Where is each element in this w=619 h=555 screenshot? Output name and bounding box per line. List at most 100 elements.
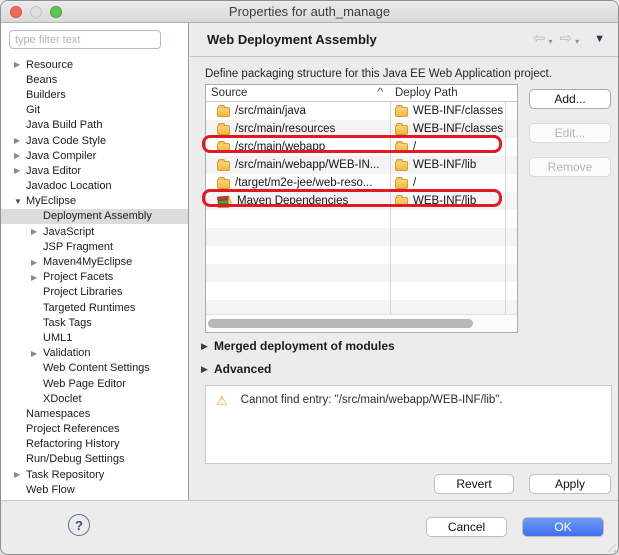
tree-item[interactable]: MyEclipse [1,194,188,209]
tree-item[interactable]: Project References [1,422,188,437]
disclosure-triangle-icon[interactable] [14,57,26,72]
column-divider[interactable] [390,85,391,314]
tree-item[interactable]: Refactoring History [1,437,188,452]
ok-button[interactable]: OK [522,517,604,537]
disclosure-triangle-icon[interactable] [14,467,26,482]
filter-input[interactable] [9,30,161,49]
cancel-button[interactable]: Cancel [426,517,507,537]
back-arrow-icon[interactable]: ⇦ [533,30,546,48]
disclosure-triangle-icon[interactable] [14,194,26,209]
tree-item-label: Java Editor [26,165,81,177]
table-action-button[interactable]: Edit... [529,123,611,143]
tree-item-label: Web Content Settings [43,362,150,374]
tree-item[interactable]: Builders [1,87,188,102]
page-title: Web Deployment Assembly [207,32,377,47]
disclosure-triangle-icon[interactable] [31,224,43,239]
titlebar: Properties for auth_manage [1,1,618,23]
tree-item[interactable]: Maven4MyEclipse [1,254,188,269]
tree-item[interactable]: Validation [1,346,188,361]
table-row[interactable]: /src/main/webapp/WEB-IN... WEB-INF/lib [206,156,517,174]
dialog-footer: ? Cancel OK [1,500,618,554]
table-row[interactable]: /target/m2e-jee/web-reso... / [206,174,517,192]
section-label: Merged deployment of modules [214,339,395,353]
tree-item[interactable]: Task Tags [1,315,188,330]
properties-sidebar: Resource Beans Builders Git Java Build P… [1,23,189,500]
tree-item[interactable]: Task Repository [1,467,188,482]
folder-icon [395,143,408,153]
horizontal-scrollbar-thumb[interactable] [208,319,473,328]
forward-history-dropdown-icon[interactable]: ▾ [575,37,579,46]
folder-icon [217,107,230,117]
section-label: Advanced [214,362,271,376]
tree-item[interactable]: Project Facets [1,270,188,285]
table-row-empty [206,228,517,246]
column-header-deploy-path[interactable]: Deploy Path [390,85,517,101]
tree-item[interactable]: Project Libraries [1,285,188,300]
tree-item[interactable]: Java Editor [1,163,188,178]
disclosure-triangle-icon[interactable] [31,255,43,270]
tree-item-label: Java Code Style [26,135,106,147]
help-button[interactable]: ? [68,514,90,536]
table-action-button[interactable]: Remove [529,157,611,177]
tree-item[interactable]: JavaScript [1,224,188,239]
table-row[interactable]: Maven Dependencies WEB-INF/lib [206,192,517,210]
column-divider[interactable] [505,85,506,314]
horizontal-scrollbar[interactable] [206,314,517,332]
table-row[interactable]: /src/main/resources WEB-INF/classes [206,120,517,138]
disclosure-triangle-icon[interactable] [14,133,26,148]
tree-item-label: Run/Debug Settings [26,453,124,465]
apply-button[interactable]: Apply [529,474,611,494]
tree-item-label: Project References [26,423,120,435]
tree-item[interactable]: Java Compiler [1,148,188,163]
tree-item[interactable]: Deployment Assembly [1,209,188,224]
tree-item[interactable]: Java Build Path [1,118,188,133]
table-action-button[interactable]: Add... [529,89,611,109]
disclosure-triangle-icon[interactable]: ▶ [201,341,214,352]
disclosure-triangle-icon[interactable] [31,270,43,285]
collapsible-section-header[interactable]: ▶ Merged deployment of modules [201,337,395,355]
page-header: Web Deployment Assembly ⇦ ▾ ⇨ ▾ ▼ [190,23,618,57]
tree-item-label: Web Page Editor [43,378,126,390]
disclosure-triangle-icon[interactable] [31,346,43,361]
disclosure-triangle-icon[interactable] [14,163,26,178]
tree-item[interactable]: Javadoc Location [1,179,188,194]
warning-text: Cannot find entry: "/src/main/webapp/WEB… [241,394,503,455]
revert-button[interactable]: Revert [434,474,514,494]
deploy-path: / [413,141,416,153]
tree-item[interactable]: Web Content Settings [1,361,188,376]
folder-icon [395,107,408,117]
view-menu-icon[interactable]: ▼ [594,33,605,45]
tree-item[interactable]: Java Code Style [1,133,188,148]
tree-item-label: Resource [26,59,73,71]
tree-item[interactable]: Run/Debug Settings [1,452,188,467]
resize-grip[interactable] [604,540,616,552]
tree-item[interactable]: Web Flow [1,482,188,497]
tree-item[interactable]: Targeted Runtimes [1,300,188,315]
tree-item[interactable]: UML1 [1,330,188,345]
properties-dialog: Properties for auth_manage Resource Bean… [0,0,619,555]
tree-item[interactable]: JSP Fragment [1,239,188,254]
tree-item[interactable]: Git [1,103,188,118]
collapsible-section-header[interactable]: ▶ Advanced [201,360,271,378]
tree-item[interactable]: XDoclet [1,391,188,406]
source-path: /src/main/java [235,105,306,117]
disclosure-triangle-icon[interactable] [14,148,26,163]
table-row[interactable]: /src/main/java WEB-INF/classes [206,102,517,120]
folder-icon [395,197,408,207]
description-text: Define packaging structure for this Java… [205,68,552,80]
table-row[interactable]: /src/main/webapp / [206,138,517,156]
disclosure-triangle-icon[interactable]: ▶ [201,364,214,375]
table-row-empty [206,264,517,282]
tree-item[interactable]: Namespaces [1,406,188,421]
column-header-source[interactable]: Source ^ [206,85,390,101]
tree-item-label: Validation [43,347,91,359]
back-history-dropdown-icon[interactable]: ▾ [549,37,553,46]
tree-item-label: MyEclipse [26,195,76,207]
tree-item-label: XDoclet [43,393,82,405]
tree-item[interactable]: Resource [1,57,188,72]
forward-arrow-icon[interactable]: ⇨ [560,30,573,48]
deploy-path: WEB-INF/classes [413,123,503,135]
tree-item-label: Builders [26,89,66,101]
tree-item[interactable]: Beans [1,72,188,87]
tree-item[interactable]: Web Page Editor [1,376,188,391]
